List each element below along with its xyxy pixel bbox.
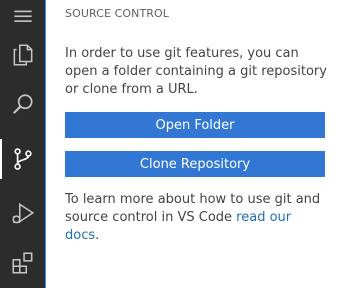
sidebar-title: SOURCE CONTROL [65,7,170,20]
activity-bar [0,0,45,288]
learn-more-text: To learn more about how to use git and s… [65,191,327,245]
activity-run-debug[interactable] [0,194,45,234]
info-text: In order to use git features, you can op… [65,46,327,97]
vscode-window: SOURCE CONTROL In order to use git featu… [0,0,342,288]
open-folder-button[interactable]: Open Folder [65,112,325,138]
run-debug-icon [11,202,34,224]
extensions-icon [11,252,32,274]
activity-extensions[interactable] [0,243,45,283]
search-icon [12,94,33,114]
activity-source-control[interactable] [0,139,45,179]
menu-icon [13,10,32,22]
activity-explorer[interactable] [0,35,45,75]
activity-search[interactable] [0,85,45,125]
explorer-files-icon [13,44,32,66]
source-control-icon [13,148,32,170]
menu-button[interactable] [0,0,45,36]
clone-repository-button[interactable]: Clone Repository [65,151,325,177]
learn-more-suffix: . [95,228,100,243]
welcome-view: In order to use git features, you can op… [65,45,327,245]
source-control-sidebar: SOURCE CONTROL In order to use git featu… [45,0,342,288]
